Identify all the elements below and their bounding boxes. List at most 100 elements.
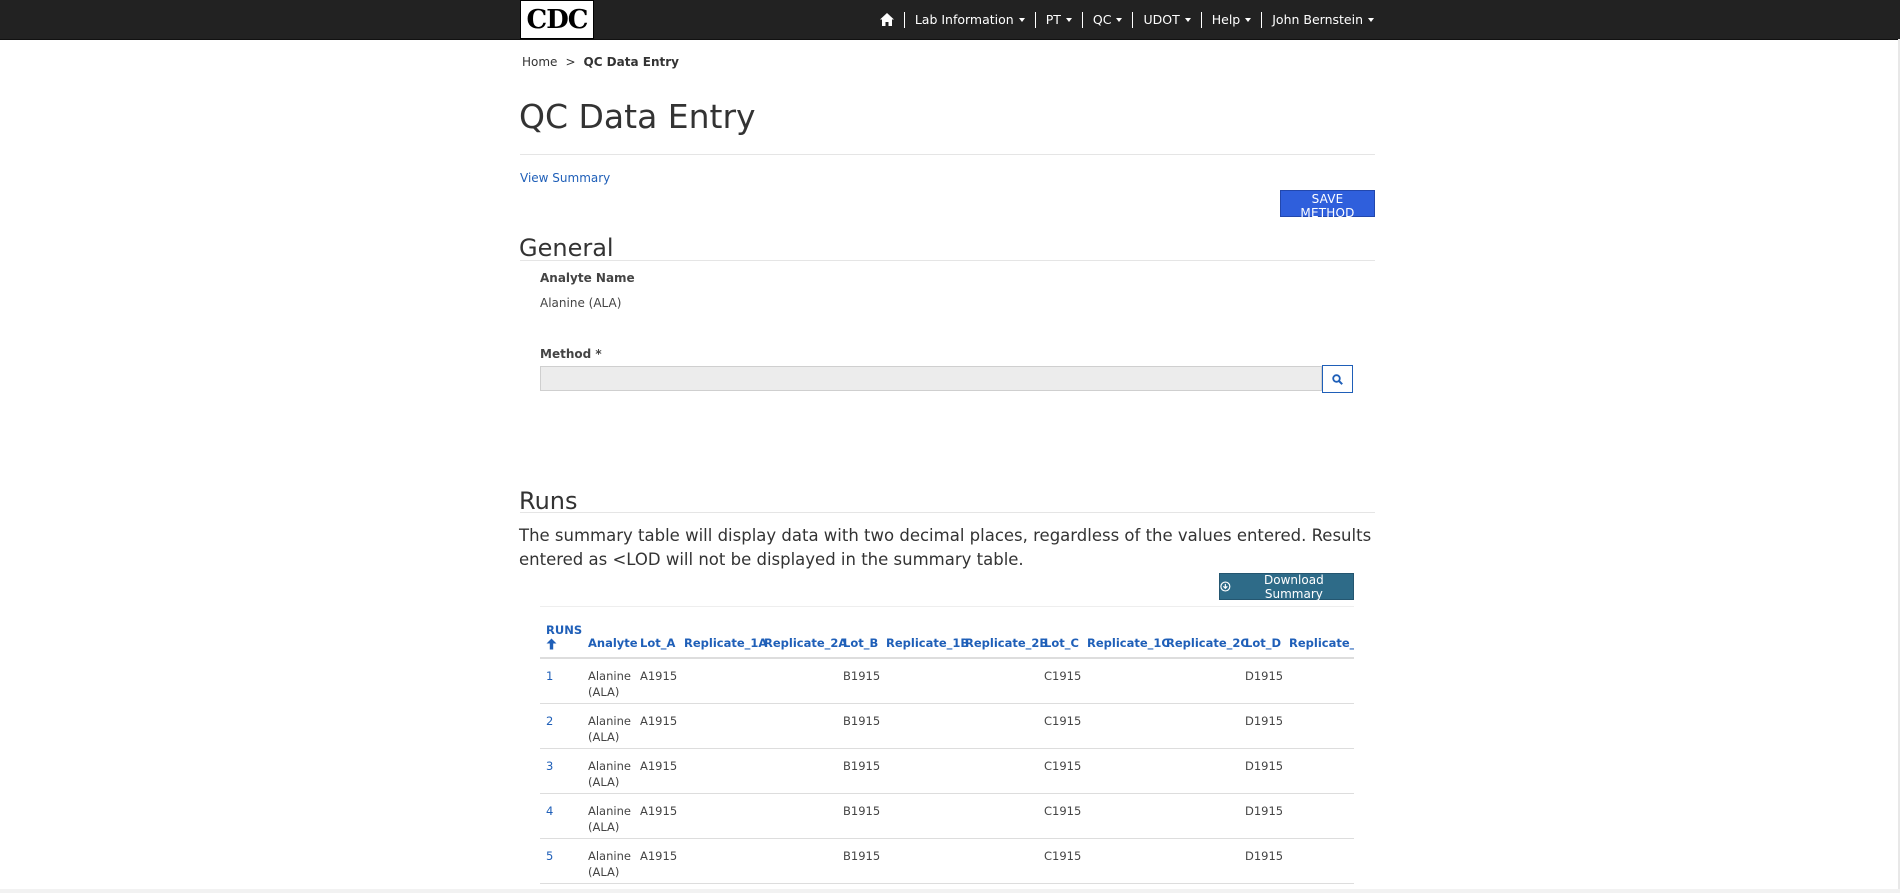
- table-cell: [1283, 838, 1354, 884]
- view-summary-link[interactable]: View Summary: [520, 171, 610, 185]
- run-number-link[interactable]: 3: [540, 748, 582, 794]
- col-header-lot-a[interactable]: Lot_A: [634, 607, 678, 659]
- analyte-name-label: Analyte Name: [540, 271, 635, 285]
- table-cell: [1081, 658, 1160, 704]
- table-cell: [678, 703, 758, 749]
- table-cell: [1081, 748, 1160, 794]
- page-title: QC Data Entry: [519, 97, 756, 136]
- table-cell: [678, 793, 758, 839]
- table-cell: [1160, 658, 1239, 704]
- table-cell: B1915: [837, 658, 880, 704]
- table-cell: B1915: [837, 793, 880, 839]
- caret-down-icon: [1018, 17, 1025, 22]
- run-number-link[interactable]: 2: [540, 703, 582, 749]
- table-cell: [959, 838, 1038, 884]
- method-input[interactable]: [540, 366, 1322, 391]
- table-cell: Alanine (ALA): [582, 748, 634, 794]
- col-header-analyte[interactable]: Analyte: [582, 607, 638, 659]
- runs-table-container[interactable]: RUNS Analyte Lot_A Replicate_1A Replicat…: [540, 606, 1354, 889]
- table-cell: [758, 703, 837, 749]
- search-icon: [1332, 373, 1343, 385]
- table-cell: D1915: [1239, 658, 1283, 704]
- table-cell: [1283, 793, 1354, 839]
- table-cell: [1283, 703, 1354, 749]
- nav-udot[interactable]: UDOT: [1133, 12, 1200, 27]
- table-row: 1 Alanine (ALA) A1915 B1915 C1915 D1915: [540, 658, 1354, 704]
- run-number-link[interactable]: 5: [540, 838, 582, 884]
- table-cell: D1915: [1239, 838, 1283, 884]
- breadcrumb-current: QC Data Entry: [583, 55, 679, 69]
- table-cell: [959, 748, 1038, 794]
- table-cell: D1915: [1239, 748, 1283, 794]
- method-search-button[interactable]: [1322, 365, 1353, 393]
- col-header-lot-b[interactable]: Lot_B: [837, 607, 880, 659]
- analyte-name-value: Alanine (ALA): [540, 296, 622, 310]
- download-summary-button[interactable]: Download Summary: [1219, 572, 1354, 601]
- nav-lab-information[interactable]: Lab Information: [905, 12, 1035, 27]
- nav-home[interactable]: [870, 13, 904, 26]
- table-cell: A1915: [634, 703, 678, 749]
- col-header-lot-c[interactable]: Lot_C: [1038, 607, 1081, 659]
- table-row: 4 Alanine (ALA) A1915 B1915 C1915 D1915: [540, 793, 1354, 839]
- table-cell: [880, 658, 959, 704]
- top-navbar: CDC Lab Information PT QC UDOT Help John…: [0, 0, 1900, 40]
- nav-help[interactable]: Help: [1202, 12, 1262, 27]
- caret-down-icon: [1245, 17, 1252, 22]
- table-cell: D1915: [1239, 703, 1283, 749]
- col-header-lot-d[interactable]: Lot_D: [1239, 607, 1283, 659]
- home-icon: [879, 13, 894, 26]
- general-section-title: General: [519, 234, 614, 262]
- col-header-replicate-2c[interactable]: Replicate_2C: [1160, 607, 1249, 659]
- col-header-runs[interactable]: RUNS: [540, 607, 582, 659]
- col-header-replicate-1c[interactable]: Replicate_1C: [1081, 607, 1170, 659]
- table-cell: Alanine (ALA): [582, 838, 634, 884]
- table-cell: [1283, 658, 1354, 704]
- sort-arrow-up-icon: [546, 638, 557, 650]
- caret-down-icon: [1184, 17, 1191, 22]
- table-cell: D1915: [1239, 793, 1283, 839]
- table-cell: [880, 793, 959, 839]
- download-summary-label: Download Summary: [1264, 572, 1324, 601]
- table-cell: C1915: [1038, 658, 1081, 704]
- download-circle-icon: [1220, 581, 1231, 592]
- table-header-row: RUNS Analyte Lot_A Replicate_1A Replicat…: [540, 607, 1354, 659]
- table-cell: [959, 793, 1038, 839]
- run-number-link[interactable]: 4: [540, 793, 582, 839]
- table-cell: [959, 703, 1038, 749]
- window-bottom-edge: [0, 889, 1900, 893]
- table-cell: [1160, 838, 1239, 884]
- save-method-button[interactable]: SAVE METHOD: [1280, 190, 1375, 220]
- table-cell: B1915: [837, 703, 880, 749]
- breadcrumb-home[interactable]: Home: [522, 55, 557, 69]
- table-cell: [758, 748, 837, 794]
- table-cell: [1081, 838, 1160, 884]
- nav-qc[interactable]: QC: [1083, 12, 1133, 27]
- breadcrumb: Home > QC Data Entry: [522, 55, 679, 69]
- table-cell: B1915: [837, 748, 880, 794]
- table-cell: [758, 838, 837, 884]
- nav-menu: Lab Information PT QC UDOT Help John Ber…: [870, 0, 1374, 39]
- table-cell: [758, 658, 837, 704]
- table-cell: [959, 658, 1038, 704]
- table-cell: C1915: [1038, 838, 1081, 884]
- divider: [520, 260, 1375, 261]
- table-cell: [1160, 703, 1239, 749]
- nav-pt[interactable]: PT: [1036, 12, 1082, 27]
- cdc-logo[interactable]: CDC: [520, 0, 594, 39]
- table-cell: C1915: [1038, 703, 1081, 749]
- runs-table-body: 1 Alanine (ALA) A1915 B1915 C1915 D1915 2 Alani…: [540, 658, 1354, 884]
- col-header-replicate-1a[interactable]: Replicate_1A: [678, 607, 767, 659]
- table-cell: [1081, 793, 1160, 839]
- col-header-replicate-2b[interactable]: Replicate_2B: [959, 607, 1048, 659]
- divider: [520, 154, 1375, 155]
- col-header-replicate-1b[interactable]: Replicate_1B: [880, 607, 969, 659]
- col-header-replicate-2a[interactable]: Replicate_2A: [758, 607, 847, 659]
- runs-section-title: Runs: [519, 487, 578, 515]
- breadcrumb-separator: >: [565, 55, 576, 69]
- table-cell: A1915: [634, 838, 678, 884]
- run-number-link[interactable]: 1: [540, 658, 582, 704]
- col-header-replicate-1d[interactable]: Replicate_1D: [1283, 607, 1354, 659]
- table-cell: [678, 748, 758, 794]
- table-cell: [758, 793, 837, 839]
- nav-user-menu[interactable]: John Bernstein: [1262, 12, 1374, 27]
